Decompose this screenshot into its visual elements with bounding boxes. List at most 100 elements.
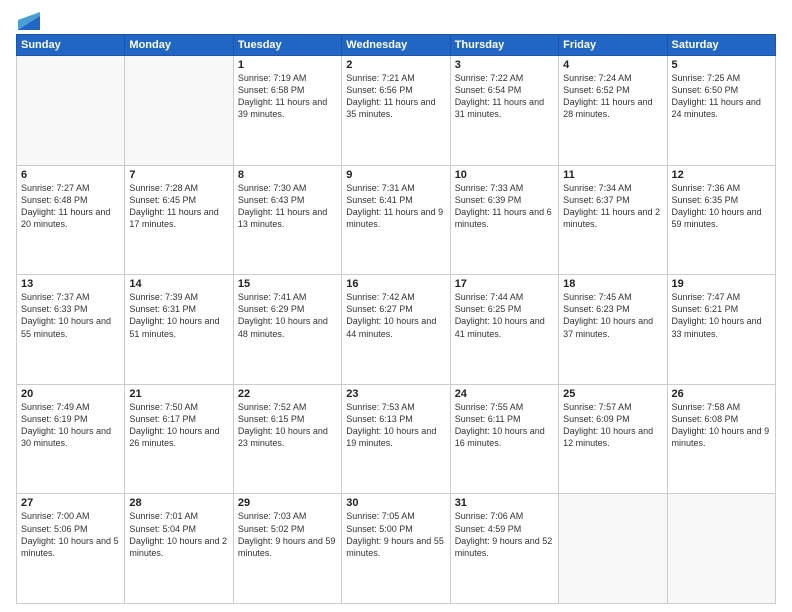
logo-icon bbox=[18, 12, 40, 30]
day-number: 29 bbox=[238, 497, 337, 509]
calendar-cell: 8Sunrise: 7:30 AMSunset: 6:43 PMDaylight… bbox=[233, 165, 341, 275]
weekday-header-saturday: Saturday bbox=[667, 35, 775, 56]
calendar-cell: 14Sunrise: 7:39 AMSunset: 6:31 PMDayligh… bbox=[125, 275, 233, 385]
day-detail: Sunrise: 7:34 AMSunset: 6:37 PMDaylight:… bbox=[563, 182, 662, 231]
day-detail: Sunrise: 7:41 AMSunset: 6:29 PMDaylight:… bbox=[238, 291, 337, 340]
week-row-2: 6Sunrise: 7:27 AMSunset: 6:48 PMDaylight… bbox=[17, 165, 776, 275]
calendar-cell: 17Sunrise: 7:44 AMSunset: 6:25 PMDayligh… bbox=[450, 275, 558, 385]
day-detail: Sunrise: 7:47 AMSunset: 6:21 PMDaylight:… bbox=[672, 291, 771, 340]
day-number: 14 bbox=[129, 278, 228, 290]
day-detail: Sunrise: 7:37 AMSunset: 6:33 PMDaylight:… bbox=[21, 291, 120, 340]
calendar-cell: 18Sunrise: 7:45 AMSunset: 6:23 PMDayligh… bbox=[559, 275, 667, 385]
day-detail: Sunrise: 7:55 AMSunset: 6:11 PMDaylight:… bbox=[455, 401, 554, 450]
day-number: 30 bbox=[346, 497, 445, 509]
day-detail: Sunrise: 7:03 AMSunset: 5:02 PMDaylight:… bbox=[238, 510, 337, 559]
header bbox=[16, 12, 776, 28]
calendar-cell: 2Sunrise: 7:21 AMSunset: 6:56 PMDaylight… bbox=[342, 56, 450, 166]
calendar-cell bbox=[667, 494, 775, 604]
day-number: 31 bbox=[455, 497, 554, 509]
calendar-cell: 12Sunrise: 7:36 AMSunset: 6:35 PMDayligh… bbox=[667, 165, 775, 275]
calendar-cell: 16Sunrise: 7:42 AMSunset: 6:27 PMDayligh… bbox=[342, 275, 450, 385]
day-number: 21 bbox=[129, 388, 228, 400]
day-detail: Sunrise: 7:50 AMSunset: 6:17 PMDaylight:… bbox=[129, 401, 228, 450]
day-number: 26 bbox=[672, 388, 771, 400]
day-detail: Sunrise: 7:28 AMSunset: 6:45 PMDaylight:… bbox=[129, 182, 228, 231]
day-number: 6 bbox=[21, 169, 120, 181]
day-number: 20 bbox=[21, 388, 120, 400]
weekday-header-wednesday: Wednesday bbox=[342, 35, 450, 56]
day-detail: Sunrise: 7:58 AMSunset: 6:08 PMDaylight:… bbox=[672, 401, 771, 450]
day-number: 5 bbox=[672, 59, 771, 71]
weekday-header-tuesday: Tuesday bbox=[233, 35, 341, 56]
day-number: 2 bbox=[346, 59, 445, 71]
calendar-cell: 6Sunrise: 7:27 AMSunset: 6:48 PMDaylight… bbox=[17, 165, 125, 275]
day-detail: Sunrise: 7:24 AMSunset: 6:52 PMDaylight:… bbox=[563, 72, 662, 121]
day-number: 11 bbox=[563, 169, 662, 181]
calendar-cell: 25Sunrise: 7:57 AMSunset: 6:09 PMDayligh… bbox=[559, 384, 667, 494]
calendar-cell: 5Sunrise: 7:25 AMSunset: 6:50 PMDaylight… bbox=[667, 56, 775, 166]
calendar: SundayMondayTuesdayWednesdayThursdayFrid… bbox=[16, 34, 776, 604]
calendar-cell: 19Sunrise: 7:47 AMSunset: 6:21 PMDayligh… bbox=[667, 275, 775, 385]
calendar-cell: 10Sunrise: 7:33 AMSunset: 6:39 PMDayligh… bbox=[450, 165, 558, 275]
day-detail: Sunrise: 7:42 AMSunset: 6:27 PMDaylight:… bbox=[346, 291, 445, 340]
weekday-header-friday: Friday bbox=[559, 35, 667, 56]
day-number: 9 bbox=[346, 169, 445, 181]
day-detail: Sunrise: 7:49 AMSunset: 6:19 PMDaylight:… bbox=[21, 401, 120, 450]
calendar-cell: 22Sunrise: 7:52 AMSunset: 6:15 PMDayligh… bbox=[233, 384, 341, 494]
day-number: 18 bbox=[563, 278, 662, 290]
calendar-cell: 13Sunrise: 7:37 AMSunset: 6:33 PMDayligh… bbox=[17, 275, 125, 385]
day-number: 8 bbox=[238, 169, 337, 181]
day-detail: Sunrise: 7:05 AMSunset: 5:00 PMDaylight:… bbox=[346, 510, 445, 559]
day-detail: Sunrise: 7:27 AMSunset: 6:48 PMDaylight:… bbox=[21, 182, 120, 231]
week-row-4: 20Sunrise: 7:49 AMSunset: 6:19 PMDayligh… bbox=[17, 384, 776, 494]
day-detail: Sunrise: 7:57 AMSunset: 6:09 PMDaylight:… bbox=[563, 401, 662, 450]
day-detail: Sunrise: 7:30 AMSunset: 6:43 PMDaylight:… bbox=[238, 182, 337, 231]
day-number: 16 bbox=[346, 278, 445, 290]
day-detail: Sunrise: 7:36 AMSunset: 6:35 PMDaylight:… bbox=[672, 182, 771, 231]
day-number: 10 bbox=[455, 169, 554, 181]
weekday-header-sunday: Sunday bbox=[17, 35, 125, 56]
day-detail: Sunrise: 7:45 AMSunset: 6:23 PMDaylight:… bbox=[563, 291, 662, 340]
day-number: 24 bbox=[455, 388, 554, 400]
calendar-cell: 4Sunrise: 7:24 AMSunset: 6:52 PMDaylight… bbox=[559, 56, 667, 166]
week-row-3: 13Sunrise: 7:37 AMSunset: 6:33 PMDayligh… bbox=[17, 275, 776, 385]
weekday-header-row: SundayMondayTuesdayWednesdayThursdayFrid… bbox=[17, 35, 776, 56]
day-detail: Sunrise: 7:44 AMSunset: 6:25 PMDaylight:… bbox=[455, 291, 554, 340]
day-detail: Sunrise: 7:22 AMSunset: 6:54 PMDaylight:… bbox=[455, 72, 554, 121]
day-detail: Sunrise: 7:39 AMSunset: 6:31 PMDaylight:… bbox=[129, 291, 228, 340]
calendar-cell: 26Sunrise: 7:58 AMSunset: 6:08 PMDayligh… bbox=[667, 384, 775, 494]
day-number: 1 bbox=[238, 59, 337, 71]
calendar-cell: 15Sunrise: 7:41 AMSunset: 6:29 PMDayligh… bbox=[233, 275, 341, 385]
day-number: 27 bbox=[21, 497, 120, 509]
day-number: 25 bbox=[563, 388, 662, 400]
day-detail: Sunrise: 7:52 AMSunset: 6:15 PMDaylight:… bbox=[238, 401, 337, 450]
week-row-5: 27Sunrise: 7:00 AMSunset: 5:06 PMDayligh… bbox=[17, 494, 776, 604]
calendar-cell bbox=[17, 56, 125, 166]
day-detail: Sunrise: 7:01 AMSunset: 5:04 PMDaylight:… bbox=[129, 510, 228, 559]
day-number: 4 bbox=[563, 59, 662, 71]
day-number: 13 bbox=[21, 278, 120, 290]
calendar-cell: 27Sunrise: 7:00 AMSunset: 5:06 PMDayligh… bbox=[17, 494, 125, 604]
day-detail: Sunrise: 7:31 AMSunset: 6:41 PMDaylight:… bbox=[346, 182, 445, 231]
day-number: 15 bbox=[238, 278, 337, 290]
day-detail: Sunrise: 7:53 AMSunset: 6:13 PMDaylight:… bbox=[346, 401, 445, 450]
calendar-cell: 31Sunrise: 7:06 AMSunset: 4:59 PMDayligh… bbox=[450, 494, 558, 604]
calendar-cell bbox=[559, 494, 667, 604]
day-detail: Sunrise: 7:00 AMSunset: 5:06 PMDaylight:… bbox=[21, 510, 120, 559]
calendar-cell bbox=[125, 56, 233, 166]
day-number: 28 bbox=[129, 497, 228, 509]
calendar-cell: 21Sunrise: 7:50 AMSunset: 6:17 PMDayligh… bbox=[125, 384, 233, 494]
day-detail: Sunrise: 7:33 AMSunset: 6:39 PMDaylight:… bbox=[455, 182, 554, 231]
day-number: 7 bbox=[129, 169, 228, 181]
day-number: 3 bbox=[455, 59, 554, 71]
calendar-cell: 28Sunrise: 7:01 AMSunset: 5:04 PMDayligh… bbox=[125, 494, 233, 604]
calendar-cell: 30Sunrise: 7:05 AMSunset: 5:00 PMDayligh… bbox=[342, 494, 450, 604]
week-row-1: 1Sunrise: 7:19 AMSunset: 6:58 PMDaylight… bbox=[17, 56, 776, 166]
weekday-header-thursday: Thursday bbox=[450, 35, 558, 56]
day-number: 23 bbox=[346, 388, 445, 400]
calendar-cell: 7Sunrise: 7:28 AMSunset: 6:45 PMDaylight… bbox=[125, 165, 233, 275]
day-number: 17 bbox=[455, 278, 554, 290]
calendar-cell: 20Sunrise: 7:49 AMSunset: 6:19 PMDayligh… bbox=[17, 384, 125, 494]
day-detail: Sunrise: 7:19 AMSunset: 6:58 PMDaylight:… bbox=[238, 72, 337, 121]
page: SundayMondayTuesdayWednesdayThursdayFrid… bbox=[0, 0, 792, 612]
